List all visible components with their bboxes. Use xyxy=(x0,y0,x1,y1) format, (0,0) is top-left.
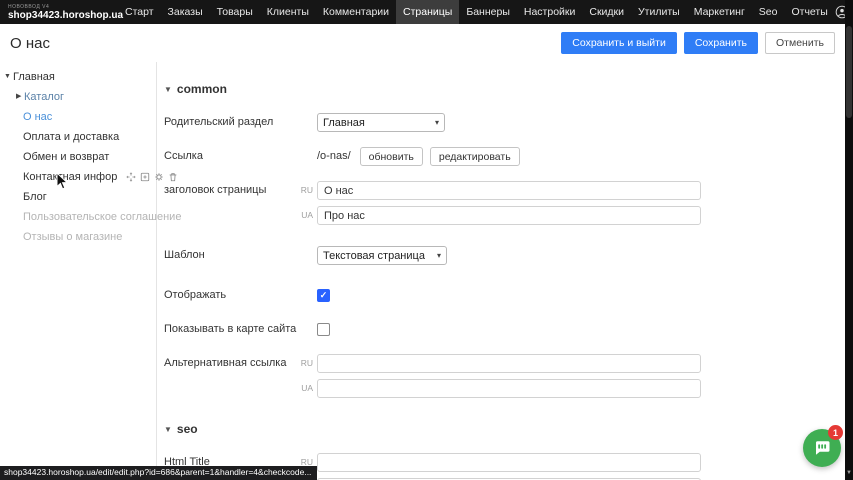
main-menu: Старт Заказы Товары Клиенты Комментарии … xyxy=(118,0,835,24)
scrollbar-down-arrow-icon[interactable]: ▼ xyxy=(845,470,853,476)
tree-item-catalog[interactable]: ▶ Каталог xyxy=(0,87,156,107)
page-scrollbar[interactable]: ▼ xyxy=(845,0,853,480)
lang-ua-label: UA xyxy=(297,379,313,398)
save-button[interactable]: Сохранить xyxy=(684,32,758,54)
tree-item-label: Каталог xyxy=(24,91,64,103)
nav-item-discounts[interactable]: Скидки xyxy=(582,0,631,24)
alt-link-ua-input[interactable] xyxy=(317,379,701,398)
chevron-down-icon: ▼ xyxy=(164,425,172,434)
sitemap-checkbox[interactable] xyxy=(317,323,330,336)
nav-item-utilities[interactable]: Утилиты xyxy=(631,0,687,24)
cancel-button[interactable]: Отменить xyxy=(765,32,835,54)
nav-item-clients[interactable]: Клиенты xyxy=(260,0,316,24)
save-and-exit-button[interactable]: Сохранить и выйти xyxy=(561,32,677,54)
link-refresh-button[interactable]: обновить xyxy=(360,147,423,166)
template-row: Шаблон Текстовая страница ▾ xyxy=(164,246,845,265)
tree-item-label: Оплата и доставка xyxy=(23,131,119,143)
nav-item-comments[interactable]: Комментарии xyxy=(316,0,396,24)
alt-link-row: Альтернативная ссылка RU UA xyxy=(164,354,845,398)
top-navbar: НОВОВВОД V4 shop34423.horoshop.ua Старт … xyxy=(0,0,853,24)
section-seo[interactable]: ▼ seo xyxy=(164,422,845,436)
lang-ru-label: RU xyxy=(297,181,313,200)
tree-item-home[interactable]: ▼ Главная xyxy=(0,67,156,87)
html-title-ru-input[interactable] xyxy=(317,453,701,472)
parent-section-value: Главная xyxy=(323,117,431,129)
nav-item-reports[interactable]: Отчеты xyxy=(784,0,834,24)
alt-link-ru-input[interactable] xyxy=(317,354,701,373)
chat-unread-badge: 1 xyxy=(828,425,843,440)
tree-item-label: О нас xyxy=(23,111,52,123)
tree-item-about[interactable]: О нас xyxy=(0,107,156,127)
scrollbar-thumb[interactable] xyxy=(846,26,852,118)
template-select[interactable]: Текстовая страница ▾ xyxy=(317,246,447,265)
tree-item-label: Контактная инфор xyxy=(23,171,117,183)
nav-item-start[interactable]: Старт xyxy=(118,0,161,24)
nav-item-seo[interactable]: Seo xyxy=(752,0,785,24)
sitemap-row: Показывать в карте сайта xyxy=(164,320,845,339)
chevron-down-icon: ▾ xyxy=(437,251,441,260)
logo-domain: shop34423.horoshop.ua xyxy=(8,10,108,21)
browser-status-url: shop34423.horoshop.ua/edit/edit.php?id=6… xyxy=(0,466,317,480)
chevron-right-icon[interactable]: ▶ xyxy=(16,87,21,107)
parent-section-row: Родительский раздел Главная ▾ xyxy=(164,113,845,132)
nav-item-settings[interactable]: Настройки xyxy=(517,0,583,24)
nav-item-banners[interactable]: Баннеры xyxy=(459,0,517,24)
tree-item-store-reviews[interactable]: Отзывы о магазине xyxy=(0,227,156,247)
alt-link-label: Альтернативная ссылка xyxy=(164,354,297,373)
page-title-label: заголовок страницы xyxy=(164,181,297,200)
tree-item-label: Главная xyxy=(13,71,55,83)
section-seo-label: seo xyxy=(177,422,198,436)
page-title-ru-input[interactable] xyxy=(317,181,701,200)
chat-bubble-icon xyxy=(813,439,831,457)
lang-ru-label: RU xyxy=(297,354,313,373)
page-title-ua-input[interactable] xyxy=(317,206,701,225)
page: НОВОВВОД V4 shop34423.horoshop.ua Старт … xyxy=(0,0,853,480)
add-page-icon[interactable] xyxy=(140,172,150,182)
chevron-down-icon: ▼ xyxy=(164,85,172,94)
tree-item-contact-info[interactable]: Контактная инфор xyxy=(0,167,156,187)
tree-item-label: Обмен и возврат xyxy=(23,151,109,163)
link-row: Ссылка /o-nas/ обновить редактировать xyxy=(164,147,845,166)
tree-item-user-agreement[interactable]: Пользовательское соглашение xyxy=(0,207,156,227)
link-value: /o-nas/ xyxy=(317,147,351,166)
header-actions: Сохранить и выйти Сохранить Отменить xyxy=(561,32,835,54)
display-row: Отображать xyxy=(164,286,845,305)
parent-section-label: Родительский раздел xyxy=(164,113,297,132)
move-icon[interactable] xyxy=(126,172,136,182)
lang-ua-label: UA xyxy=(297,206,313,225)
chevron-down-icon[interactable]: ▼ xyxy=(4,67,11,87)
page-edit-form: ▼ common Родительский раздел Главная ▾ С… xyxy=(158,62,845,480)
display-checkbox[interactable] xyxy=(317,289,330,302)
tree-item-blog[interactable]: Блог xyxy=(0,187,156,207)
nav-item-marketing[interactable]: Маркетинг xyxy=(687,0,752,24)
link-label: Ссылка xyxy=(164,147,297,166)
sitemap-label: Показывать в карте сайта xyxy=(164,320,297,339)
chat-launcher-button[interactable]: 1 xyxy=(803,429,841,467)
parent-section-select[interactable]: Главная ▾ xyxy=(317,113,445,132)
section-common[interactable]: ▼ common xyxy=(164,82,845,96)
page-header: О нас Сохранить и выйти Сохранить Отмени… xyxy=(0,24,853,62)
nav-item-orders[interactable]: Заказы xyxy=(161,0,210,24)
section-common-label: common xyxy=(177,82,227,96)
nav-item-pages[interactable]: Страницы xyxy=(396,0,459,24)
tree-item-payment-delivery[interactable]: Оплата и доставка xyxy=(0,127,156,147)
page-title: О нас xyxy=(10,35,50,52)
tree-item-label: Блог xyxy=(23,191,47,203)
pages-tree-sidebar: ▼ Главная ▶ Каталог О нас Оплата и доста… xyxy=(0,62,157,480)
shop-logo[interactable]: НОВОВВОД V4 shop34423.horoshop.ua xyxy=(0,4,118,21)
nav-item-products[interactable]: Товары xyxy=(210,0,260,24)
tree-item-exchange-return[interactable]: Обмен и возврат xyxy=(0,147,156,167)
template-value: Текстовая страница xyxy=(323,250,433,262)
template-label: Шаблон xyxy=(164,246,297,265)
display-label: Отображать xyxy=(164,286,297,305)
page-title-row: заголовок страницы RU UA xyxy=(164,181,845,225)
chevron-down-icon: ▾ xyxy=(435,118,439,127)
link-edit-button[interactable]: редактировать xyxy=(430,147,520,166)
tree-item-label: Отзывы о магазине xyxy=(23,231,122,243)
